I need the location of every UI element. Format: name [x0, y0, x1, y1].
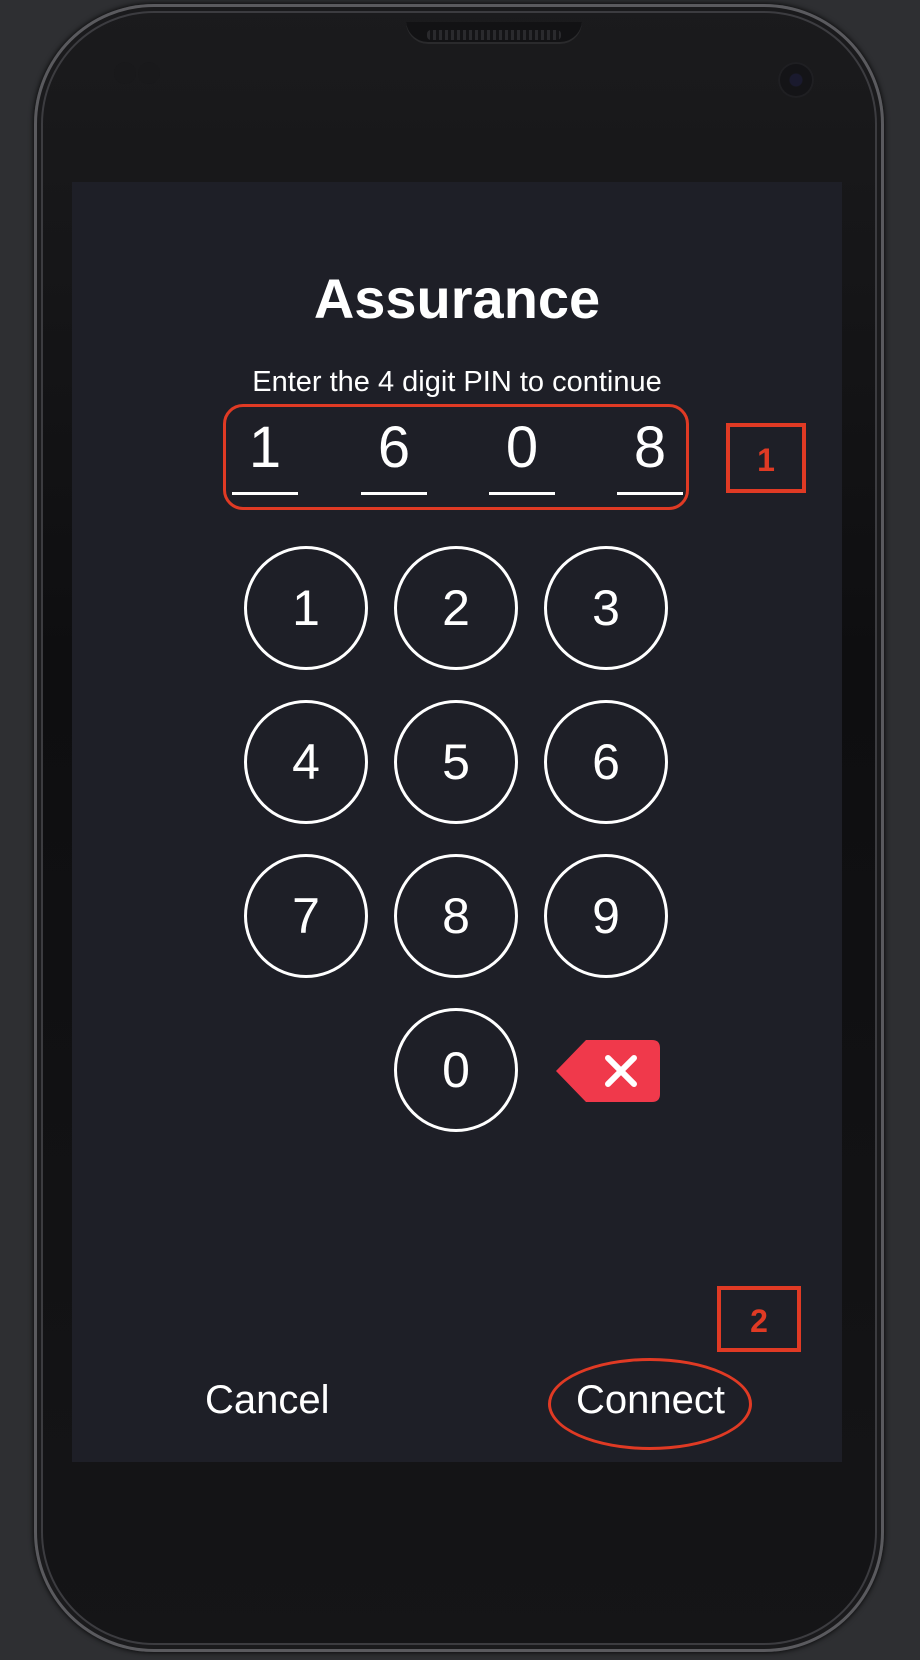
pin-instruction: Enter the 4 digit PIN to continue [252, 366, 662, 398]
pin-underline-3 [489, 492, 555, 495]
backspace-icon [556, 1040, 660, 1102]
pin-digit-2: 6 [377, 415, 411, 480]
keypad-key-9[interactable]: 9 [544, 854, 668, 978]
cancel-button[interactable]: Cancel [205, 1378, 330, 1423]
annotation-marker-1: 1 [726, 423, 806, 493]
keypad-key-4[interactable]: 4 [244, 700, 368, 824]
keypad-key-3[interactable]: 3 [544, 546, 668, 670]
light-sensor [138, 62, 160, 84]
keypad-key-8[interactable]: 8 [394, 854, 518, 978]
pin-digit-3: 0 [505, 415, 539, 480]
pin-digit-1: 1 [248, 415, 282, 480]
pin-digit-4: 8 [633, 415, 667, 480]
page-title: Assurance [313, 267, 601, 330]
keypad-key-2[interactable]: 2 [394, 546, 518, 670]
front-camera [778, 62, 814, 98]
keypad-key-6[interactable]: 6 [544, 700, 668, 824]
connect-button[interactable]: Connect [576, 1378, 725, 1423]
pin-underline-4 [617, 492, 683, 495]
pin-underline-2 [361, 492, 427, 495]
keypad-key-5[interactable]: 5 [394, 700, 518, 824]
backspace-button[interactable] [556, 1040, 660, 1102]
speaker-grill [427, 30, 561, 40]
keypad-key-7[interactable]: 7 [244, 854, 368, 978]
annotation-marker-2: 2 [717, 1286, 801, 1352]
keypad-key-1[interactable]: 1 [244, 546, 368, 670]
proximity-sensor [114, 62, 136, 84]
pin-underline-1 [232, 492, 298, 495]
keypad-key-0[interactable]: 0 [394, 1008, 518, 1132]
app-screen: Assurance Enter the 4 digit PIN to conti… [72, 182, 842, 1462]
